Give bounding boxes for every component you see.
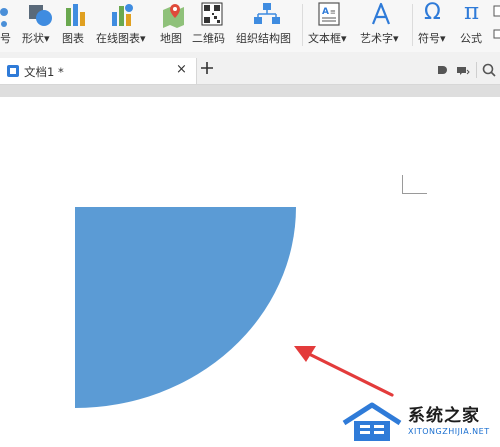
watermark-title: 系统之家 [408, 406, 480, 426]
watermark-url: XITONGZHIJIA.NET [408, 427, 490, 436]
red-arrow-annotation [294, 346, 394, 397]
house-logo-icon [342, 402, 402, 441]
shape-layer [75, 207, 394, 408]
site-watermark: 系统之家 XITONGZHIJIA.NET [338, 395, 500, 447]
quarter-circle-shape[interactable] [75, 207, 296, 408]
